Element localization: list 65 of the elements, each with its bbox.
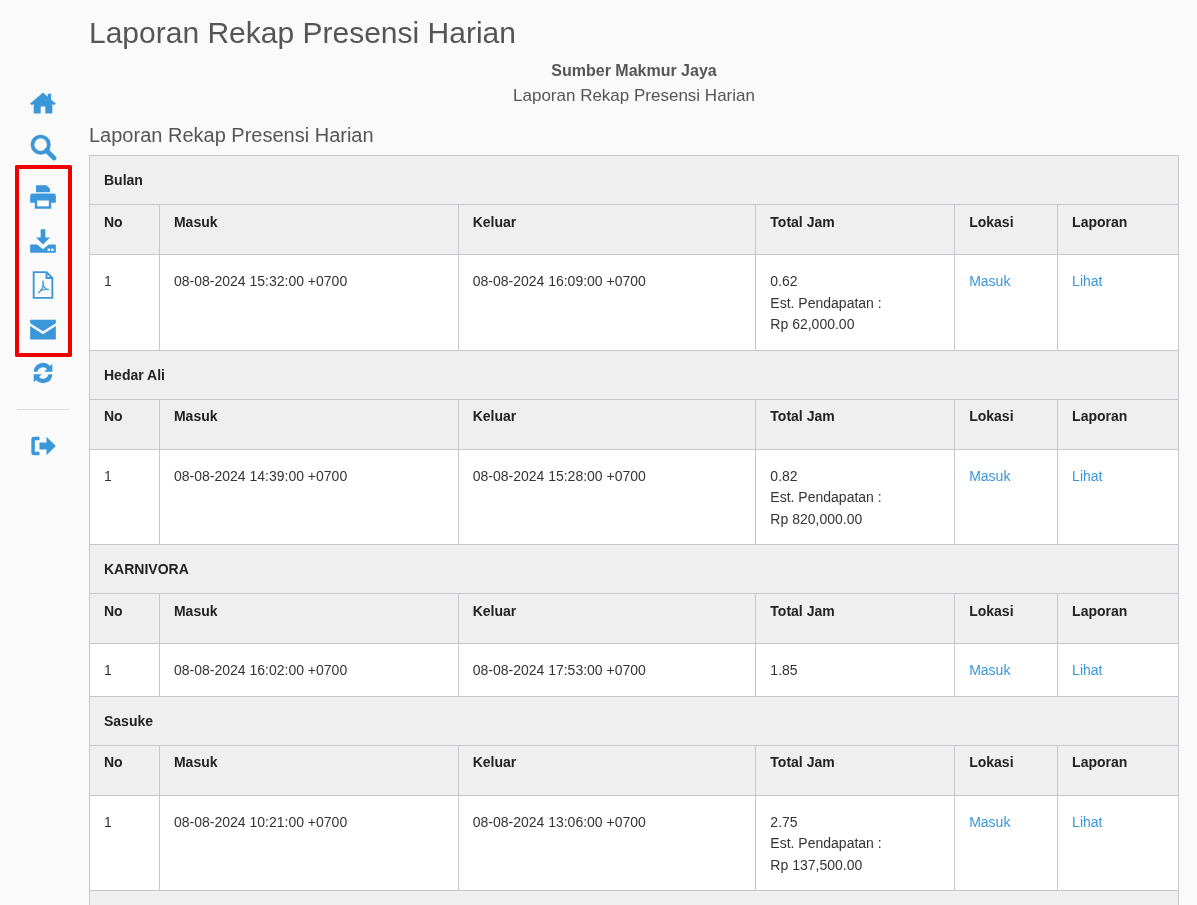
column-header: No xyxy=(103,212,124,232)
printer-icon[interactable] xyxy=(29,183,57,211)
table-cell-text: 1 xyxy=(103,466,113,486)
table-cell: 08-08-2024 10:21:00 +0700 xyxy=(158,795,458,890)
column-header: Lokasi xyxy=(954,399,1058,449)
employee-name: KARNIVORA xyxy=(104,561,189,577)
table-cell-text: 0.62 xyxy=(770,272,798,291)
column-header: Masuk xyxy=(158,594,458,643)
download-icon[interactable] xyxy=(29,227,57,255)
table-cell: 08-08-2024 15:28:00 +0700 xyxy=(457,449,756,544)
column-header: Total Jam xyxy=(755,205,955,254)
column-header: Lokasi xyxy=(954,745,1058,795)
column-header: No xyxy=(103,753,124,773)
report-link[interactable]: Lihat xyxy=(1072,813,1103,830)
table-cell-text: Est. Pendapatan : xyxy=(770,293,882,313)
table-cell-text: Rp 820,000.00 xyxy=(770,509,863,529)
column-header: Total Jam xyxy=(755,745,955,795)
column-header: Total Jam xyxy=(755,594,955,643)
section-title: Laporan Rekap Presensi Harian xyxy=(89,124,375,147)
table-cell: 08-08-2024 16:02:00 +0700 xyxy=(158,644,458,696)
report-link[interactable]: Lihat xyxy=(1072,662,1103,678)
table-cell-text: 1 xyxy=(103,812,113,832)
table-cell-text: 1.85 xyxy=(770,661,798,680)
employee-name: Hedar Ali xyxy=(104,366,165,383)
column-header: Laporan xyxy=(1057,594,1178,643)
column-header: Masuk xyxy=(158,205,458,254)
table-cell: 08-08-2024 16:09:00 +0700 xyxy=(457,255,756,350)
location-link[interactable]: Masuk xyxy=(969,662,1011,678)
location-link[interactable]: Masuk xyxy=(969,273,1011,289)
report-link[interactable]: Lihat xyxy=(1072,273,1103,289)
table-cell-text: Est. Pendapatan : xyxy=(770,488,882,507)
column-header: Laporan xyxy=(1057,745,1178,795)
column-header: Keluar xyxy=(457,745,756,795)
column-header: Keluar xyxy=(457,399,756,449)
column-header: Laporan xyxy=(1057,205,1178,254)
column-header: No xyxy=(103,601,124,621)
table-cell-text: 1 xyxy=(103,661,113,680)
table-cell-text: 0.82 xyxy=(770,466,798,486)
table-cell-text: 1 xyxy=(103,272,113,291)
column-header: Masuk xyxy=(158,399,458,449)
table-cell: 08-08-2024 15:32:00 +0700 xyxy=(158,255,458,350)
table-cell: 08-08-2024 14:39:00 +0700 xyxy=(158,449,458,544)
column-header: Masuk xyxy=(158,745,458,795)
column-header: Lokasi xyxy=(954,594,1058,643)
employee-name: Sasuke xyxy=(104,712,154,729)
table-cell: 08-08-2024 17:53:00 +0700 xyxy=(457,644,756,696)
page-title: Laporan Rekap Presensi Harian xyxy=(89,16,517,50)
table-cell-text: Rp 62,000.00 xyxy=(770,315,855,334)
company-name: Sumber Makmur Jaya xyxy=(550,62,718,80)
column-header: Keluar xyxy=(457,594,756,643)
column-header: Lokasi xyxy=(954,205,1058,254)
location-link[interactable]: Masuk xyxy=(969,813,1011,830)
table-cell: 08-08-2024 13:06:00 +0700 xyxy=(457,795,756,890)
table-cell-text: 2.75 xyxy=(770,812,798,832)
report-subtitle: Laporan Rekap Presensi Harian xyxy=(512,86,756,106)
location-link[interactable]: Masuk xyxy=(969,467,1011,484)
table-cell-text: Est. Pendapatan : xyxy=(770,834,882,853)
employee-name: Bulan xyxy=(104,172,143,188)
search-icon[interactable] xyxy=(29,133,57,161)
column-header: Keluar xyxy=(457,205,756,254)
column-header: Total Jam xyxy=(755,399,955,449)
table-cell-text: Rp 137,500.00 xyxy=(770,855,863,875)
column-header: Laporan xyxy=(1057,399,1178,449)
column-header: No xyxy=(103,407,124,427)
report-link[interactable]: Lihat xyxy=(1072,467,1103,484)
